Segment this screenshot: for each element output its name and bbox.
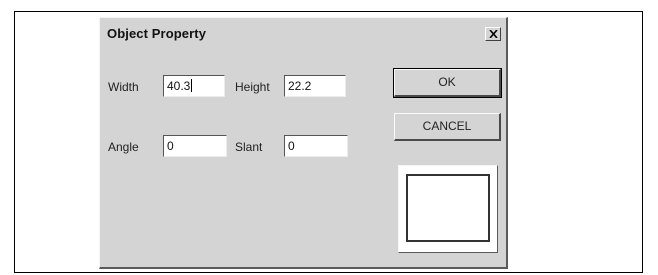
object-preview xyxy=(398,165,498,253)
height-label: Height xyxy=(235,80,270,94)
dialog-title: Object Property xyxy=(107,26,207,41)
close-button[interactable] xyxy=(485,27,501,41)
slant-label: Slant xyxy=(235,140,263,154)
slant-value: 0 xyxy=(288,139,295,153)
height-field[interactable]: 22.2 xyxy=(284,75,346,97)
height-value: 22.2 xyxy=(288,79,312,93)
preview-rectangle xyxy=(406,174,490,242)
object-property-dialog: Object Property Width 40.3 Height 22.2 A… xyxy=(99,17,508,269)
angle-field[interactable]: 0 xyxy=(163,135,227,157)
width-field[interactable]: 40.3 xyxy=(163,75,225,97)
cancel-button[interactable]: CANCEL xyxy=(394,113,501,141)
slant-field[interactable]: 0 xyxy=(284,135,348,157)
angle-label: Angle xyxy=(108,140,139,154)
width-label: Width xyxy=(108,80,139,94)
text-caret xyxy=(191,79,193,92)
angle-value: 0 xyxy=(167,139,174,153)
ok-button[interactable]: OK xyxy=(393,68,502,98)
close-icon xyxy=(489,30,498,38)
width-value: 40.3 xyxy=(167,79,191,93)
